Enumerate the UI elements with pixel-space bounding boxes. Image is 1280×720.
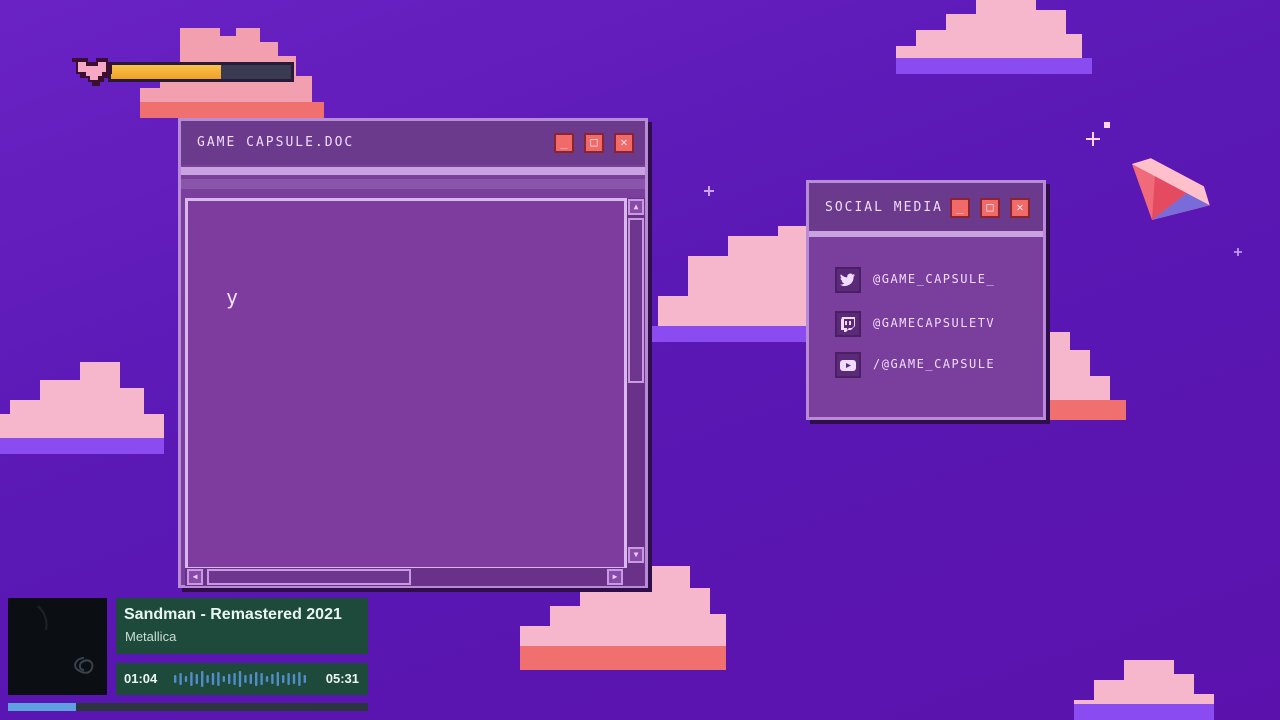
cloud-decoration — [0, 362, 164, 454]
health-bar-track — [108, 62, 294, 82]
waveform-bar — [298, 672, 301, 686]
waveform-bar — [201, 671, 204, 687]
social-media-window: SOCIAL MEDIA _ □ ✕ @GAME_CAPSULE_ @GAMEC… — [806, 180, 1046, 420]
waveform-bar — [260, 673, 263, 685]
scroll-right-button[interactable]: ▶ — [607, 569, 623, 585]
document-text: y — [226, 285, 239, 309]
social-handle: @GAME_CAPSULE_ — [873, 272, 996, 286]
toolbar-divider — [181, 179, 645, 189]
social-handle: @GAMECAPSULETV — [873, 316, 996, 330]
waveform-bar — [179, 673, 182, 685]
waveform-bar — [249, 674, 252, 684]
twitch-icon — [835, 311, 861, 337]
waveform-bar — [238, 671, 242, 687]
waveform-bar — [174, 675, 177, 683]
waveform-bar — [211, 673, 215, 685]
waveform — [174, 671, 306, 687]
maximize-button[interactable]: □ — [584, 133, 604, 153]
gem-icon — [1131, 158, 1210, 221]
vertical-scrollbar[interactable]: ▲ ▼ — [627, 198, 645, 568]
scroll-thumb[interactable] — [628, 218, 644, 383]
waveform-bar — [195, 674, 198, 684]
youtube-icon — [835, 352, 861, 378]
document-window: GAME CAPSULE.DOC _ □ ✕ y ▲ ▼ ◀ ▶ — [178, 118, 648, 588]
twitter-icon — [835, 267, 861, 293]
cloud-decoration — [1040, 332, 1126, 420]
waveform-bar — [265, 676, 269, 682]
window-titlebar[interactable]: SOCIAL MEDIA _ □ ✕ — [809, 183, 1043, 231]
scroll-thumb[interactable] — [207, 569, 411, 585]
scroll-down-button[interactable]: ▼ — [628, 547, 644, 563]
playback-bar: 01:04 05:31 — [116, 663, 368, 695]
health-bar — [72, 54, 296, 88]
sparkle-icon — [1104, 122, 1110, 128]
close-button[interactable]: ✕ — [614, 133, 634, 153]
minimize-button[interactable]: _ — [950, 198, 970, 218]
waveform-bar — [271, 674, 274, 684]
waveform-bar — [276, 672, 279, 686]
horizontal-scrollbar[interactable]: ◀ ▶ — [185, 568, 645, 586]
sparkle-icon — [1234, 248, 1242, 256]
now-playing-info: Sandman - Remastered 2021 Metallica — [116, 598, 368, 654]
waveform-bar — [228, 674, 231, 684]
social-handle: /@GAME_CAPSULE — [873, 357, 996, 371]
sparkle-icon — [1086, 132, 1100, 146]
waveform-bar — [233, 673, 236, 685]
waveform-bar — [292, 674, 296, 684]
waveform-bar — [217, 672, 220, 686]
window-titlebar[interactable]: GAME CAPSULE.DOC _ □ ✕ — [181, 121, 645, 165]
window-title: GAME CAPSULE.DOC — [197, 135, 355, 150]
elapsed-time: 01:04 — [124, 671, 158, 686]
sparkle-icon — [704, 186, 714, 196]
track-progress-bar[interactable] — [8, 703, 368, 711]
total-duration: 05:31 — [325, 671, 359, 686]
document-body[interactable]: y — [185, 198, 627, 570]
toolbar-divider — [809, 231, 1043, 237]
waveform-bar — [206, 675, 209, 683]
waveform-bar — [184, 676, 188, 682]
album-art — [8, 598, 107, 695]
waveform-bar — [244, 675, 247, 683]
close-button[interactable]: ✕ — [1010, 198, 1030, 218]
waveform-bar — [282, 675, 285, 683]
waveform-bar — [222, 676, 225, 682]
waveform-bar — [287, 673, 290, 685]
heart-icon — [72, 58, 112, 86]
cloud-decoration — [896, 0, 1092, 74]
cloud-decoration — [648, 226, 824, 342]
track-artist: Metallica — [125, 629, 177, 644]
scroll-up-button[interactable]: ▲ — [628, 199, 644, 215]
track-title: Sandman - Remastered 2021 — [124, 606, 342, 623]
waveform-bar — [190, 672, 193, 686]
track-progress-fill — [8, 703, 77, 711]
scroll-left-button[interactable]: ◀ — [187, 569, 203, 585]
window-title: SOCIAL MEDIA — [825, 200, 943, 215]
waveform-bar — [303, 675, 306, 683]
maximize-button[interactable]: □ — [980, 198, 1000, 218]
minimize-button[interactable]: _ — [554, 133, 574, 153]
waveform-bar — [255, 672, 258, 686]
health-bar-fill — [111, 65, 221, 79]
toolbar-divider — [181, 167, 645, 175]
cloud-decoration — [1074, 660, 1214, 720]
